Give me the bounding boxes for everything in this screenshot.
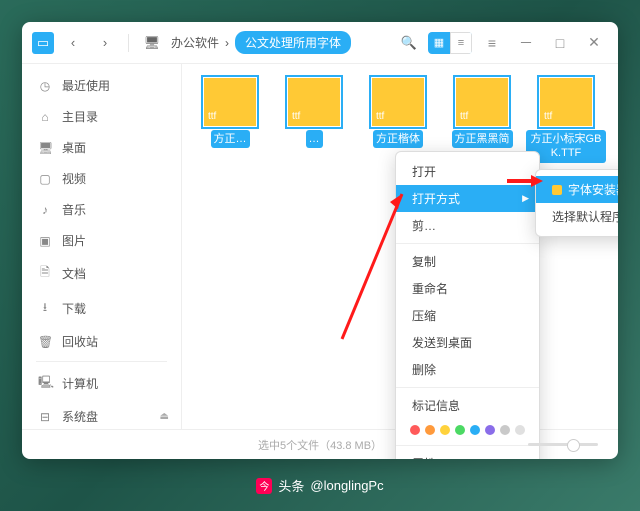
tag-color[interactable] — [500, 425, 510, 435]
minimize-button[interactable]: － — [512, 29, 540, 57]
maximize-button[interactable]: □ — [546, 29, 574, 57]
menu-item[interactable]: 删除 — [396, 356, 539, 383]
file-item[interactable]: ttf… — [274, 78, 354, 163]
view-mode-group: ▦ ≡ — [428, 32, 472, 54]
tag-color[interactable] — [470, 425, 480, 435]
tag-colors — [396, 419, 539, 441]
forward-button[interactable]: › — [92, 30, 118, 56]
menu-button[interactable]: ≡ — [478, 29, 506, 57]
tag-color[interactable] — [515, 425, 525, 435]
sidebar-item-icon: ⊟ — [38, 410, 52, 424]
sidebar-item[interactable]: 🖥 桌面 — [22, 132, 181, 163]
tag-color[interactable] — [455, 425, 465, 435]
menu-item[interactable]: 属性 — [396, 450, 539, 459]
zoom-slider[interactable] — [528, 443, 598, 446]
sidebar-item[interactable]: ⭳ 下载 — [22, 291, 181, 326]
breadcrumb-parent[interactable]: 办公软件 — [171, 34, 219, 51]
file-name: 方正… — [211, 130, 250, 148]
chevron-right-icon: ▶ — [522, 193, 529, 204]
tag-color[interactable] — [485, 425, 495, 435]
sidebar-item-icon: ▢ — [38, 172, 52, 186]
view-list-button[interactable]: ≡ — [450, 32, 472, 54]
sidebar-item[interactable]: 🗑 回收站 — [22, 326, 181, 357]
sidebar-item[interactable]: ▣ 图片 — [22, 225, 181, 256]
sidebar-item-label: 视频 — [62, 170, 86, 187]
sidebar-item[interactable]: 🖳 计算机 — [22, 366, 181, 401]
sidebar-item-icon: ♪ — [38, 203, 52, 217]
sidebar-item-icon: ⌂ — [38, 110, 52, 124]
sidebar-item[interactable]: ⊟ 系统盘 ⏏ — [22, 401, 181, 429]
menu-item[interactable]: 复制 — [396, 248, 539, 275]
app-icon — [552, 185, 562, 195]
sidebar-separator — [36, 361, 167, 362]
context-submenu: 字体安装器选择默认程序 — [535, 169, 618, 237]
view-grid-button[interactable]: ▦ — [428, 32, 450, 54]
tag-color[interactable] — [410, 425, 420, 435]
file-manager-window: ▭ ‹ › 🖥 办公软件 › 公文处理所用字体 🔍 ▦ ≡ ≡ － □ ✕ ◷ 最… — [22, 22, 618, 459]
menu-separator — [396, 243, 539, 244]
sidebar-item-icon: ▣ — [38, 234, 52, 248]
back-button[interactable]: ‹ — [60, 30, 86, 56]
menu-item[interactable]: 重命名 — [396, 275, 539, 302]
sidebar-item-icon: ◷ — [38, 79, 52, 93]
submenu-item[interactable]: 字体安装器 — [536, 176, 618, 203]
breadcrumb[interactable]: 办公软件 › 公文处理所用字体 — [171, 31, 351, 54]
file-name: 方正黑黑简 — [452, 130, 513, 148]
file-item[interactable]: ttf方正楷体 — [358, 78, 438, 163]
app-logo: ▭ — [32, 32, 54, 54]
sidebar-item-icon: 🗑 — [38, 335, 52, 349]
menu-item[interactable]: 剪… — [396, 212, 539, 239]
close-button[interactable]: ✕ — [580, 29, 608, 57]
sidebar-item-label: 图片 — [62, 232, 86, 249]
sidebar-item-icon: ⭳ — [38, 298, 52, 319]
divider — [128, 34, 129, 52]
sidebar-item[interactable]: ⌂ 主目录 — [22, 101, 181, 132]
file-item[interactable]: ttf方正小标宋GBK.TTF — [526, 78, 606, 163]
status-text: 选中5个文件（43.8 MB） — [258, 437, 382, 453]
sidebar-item-icon: 🗎 — [38, 263, 52, 284]
file-name: 方正楷体 — [373, 130, 423, 148]
sidebar-item[interactable]: ▢ 视频 — [22, 163, 181, 194]
tag-color[interactable] — [440, 425, 450, 435]
device-icon[interactable]: 🖥 — [139, 30, 165, 56]
titlebar: ▭ ‹ › 🖥 办公软件 › 公文处理所用字体 🔍 ▦ ≡ ≡ － □ ✕ — [22, 22, 618, 64]
submenu-item[interactable]: 选择默认程序 — [536, 203, 618, 230]
sidebar-item[interactable]: 🗎 文档 — [22, 256, 181, 291]
sidebar-item-label: 下载 — [62, 300, 86, 317]
sidebar-item-icon: 🖳 — [38, 373, 52, 394]
breadcrumb-current[interactable]: 公文处理所用字体 — [235, 31, 351, 54]
context-menu: 打开打开方式▶剪… 复制重命名压缩发送到桌面删除标记信息属性 — [395, 151, 540, 459]
sidebar-item-label: 系统盘 — [62, 408, 98, 425]
sidebar-item-label: 计算机 — [62, 375, 98, 392]
menu-item[interactable]: 压缩 — [396, 302, 539, 329]
sidebar-item[interactable]: ♪ 音乐 — [22, 194, 181, 225]
watermark: 今 头条 @longlingPc — [0, 476, 640, 495]
file-item[interactable]: ttf方正黑黑简 — [442, 78, 522, 163]
sidebar-item-label: 主目录 — [62, 108, 98, 125]
menu-separator — [396, 387, 539, 388]
sidebar-item[interactable]: ◷ 最近使用 — [22, 70, 181, 101]
menu-separator — [396, 445, 539, 446]
menu-item[interactable]: 打开方式▶ — [396, 185, 539, 212]
sidebar-item-label: 最近使用 — [62, 77, 110, 94]
tag-color[interactable] — [425, 425, 435, 435]
file-item[interactable]: ttf方正… — [190, 78, 270, 163]
eject-icon[interactable]: ⏏ — [160, 411, 169, 422]
sidebar-item-label: 文档 — [62, 265, 86, 282]
sidebar-item-icon: 🖥 — [38, 141, 52, 155]
menu-item[interactable]: 发送到桌面 — [396, 329, 539, 356]
menu-item[interactable]: 标记信息 — [396, 392, 539, 419]
sidebar: ◷ 最近使用 ⌂ 主目录 🖥 桌面 ▢ 视频 ♪ 音乐 ▣ 图片 🗎 文档 ⭳ 下载 🗑 回收站 🖳 计算机 ⊟ 系统盘… — [22, 64, 182, 429]
file-grid[interactable]: ttf方正…ttf…ttf方正楷体ttf方正黑黑简ttf方正小标宋GBK.TTF… — [182, 64, 618, 429]
search-button[interactable]: 🔍 — [396, 30, 422, 56]
sidebar-item-label: 音乐 — [62, 201, 86, 218]
sidebar-item-label: 回收站 — [62, 333, 98, 350]
menu-item[interactable]: 打开 — [396, 158, 539, 185]
watermark-icon: 今 — [256, 478, 272, 494]
sidebar-item-label: 桌面 — [62, 139, 86, 156]
file-name: … — [306, 130, 323, 148]
